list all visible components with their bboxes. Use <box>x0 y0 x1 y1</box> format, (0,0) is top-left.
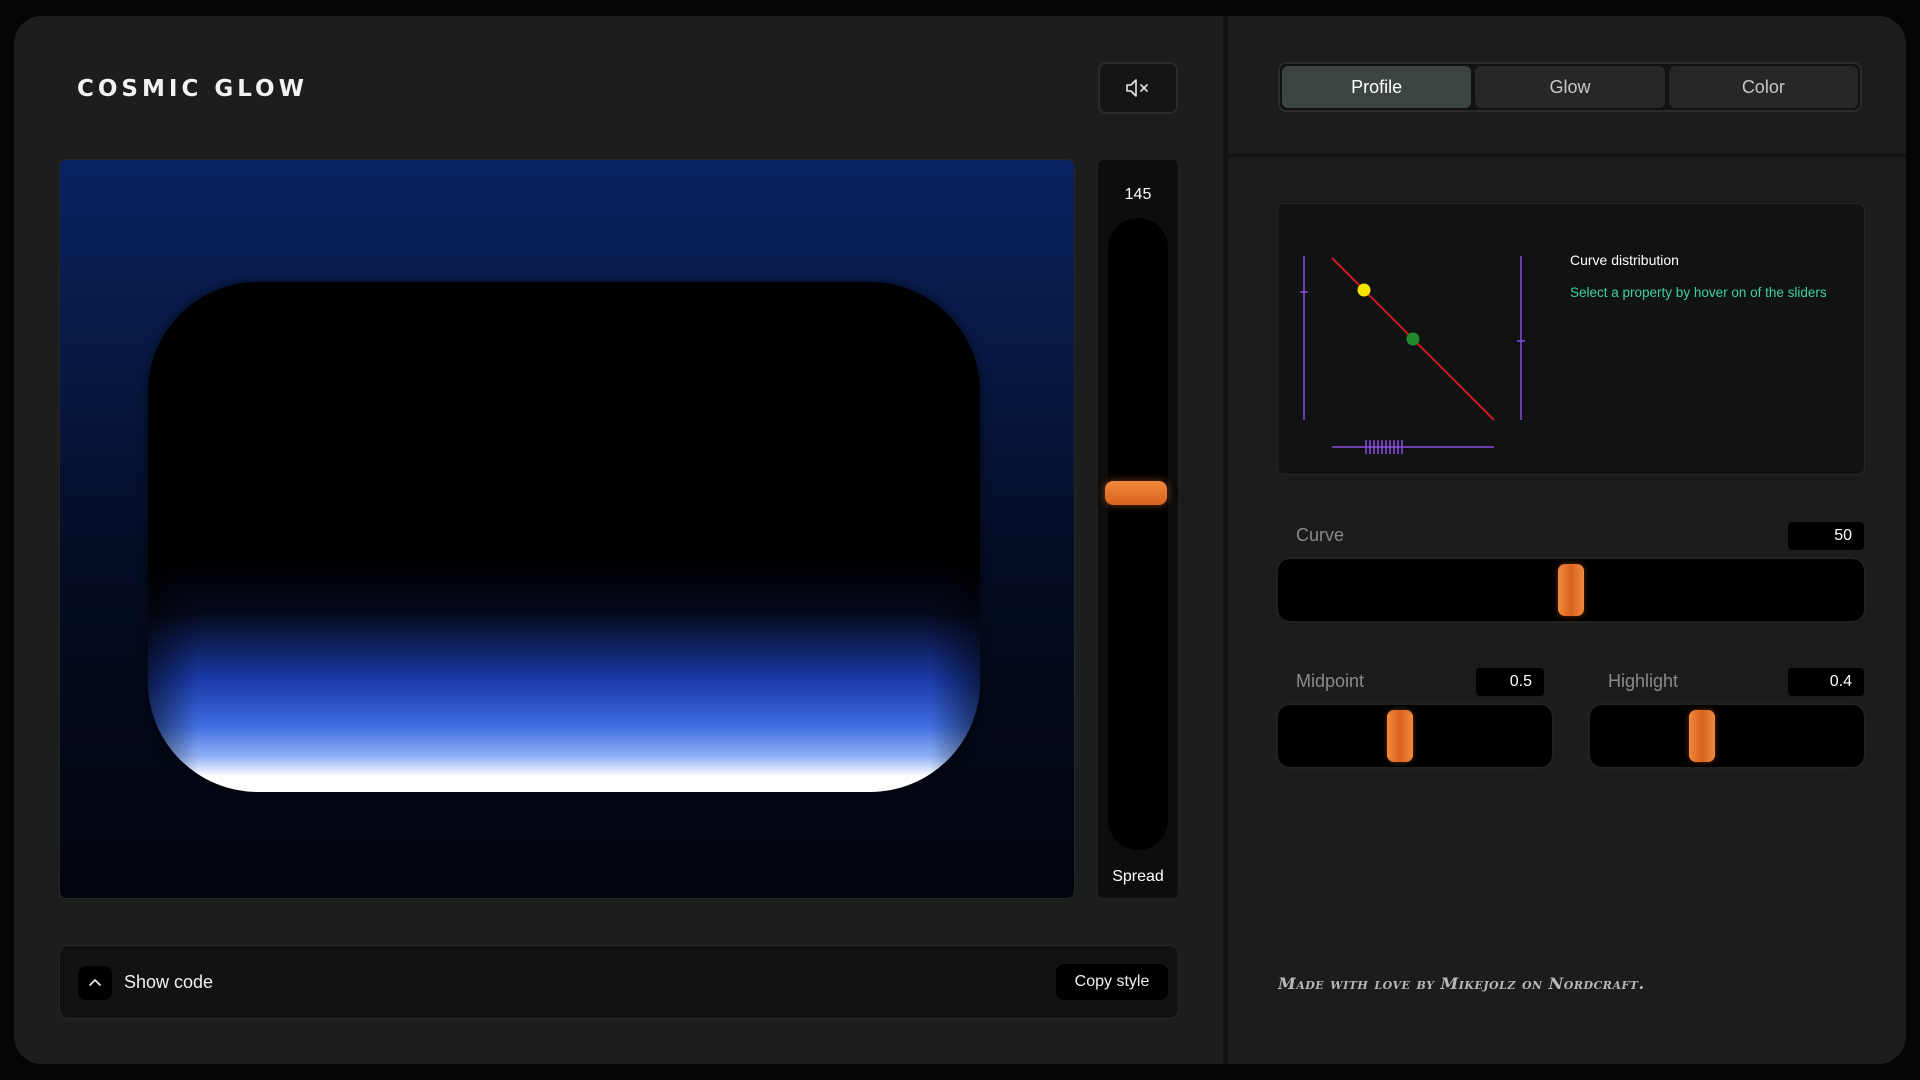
curve-distribution-graph <box>1300 256 1525 454</box>
glow-preview-box <box>148 282 980 792</box>
show-code-toggle[interactable] <box>78 966 112 1000</box>
spread-slider-track[interactable] <box>1108 218 1168 850</box>
tab-profile[interactable]: Profile <box>1282 66 1472 108</box>
show-code-label[interactable]: Show code <box>124 972 213 993</box>
midpoint-slider-thumb[interactable] <box>1387 710 1414 762</box>
tab-glow[interactable]: Glow <box>1475 66 1665 108</box>
highlight-label: Highlight <box>1608 671 1679 691</box>
highlight-slider-thumb[interactable] <box>1689 710 1716 762</box>
copy-style-button[interactable]: Copy style <box>1056 964 1168 1000</box>
curve-point-highlight <box>1357 283 1371 297</box>
highlight-slider[interactable] <box>1590 705 1864 767</box>
chevron-up-icon <box>89 979 101 986</box>
tab-bar: Profile Glow Color <box>1278 62 1862 112</box>
app-window: COSMIC GLOW 145 Spread Show code Copy st… <box>14 16 1906 1064</box>
curve-slider-thumb[interactable] <box>1558 564 1584 616</box>
tab-color[interactable]: Color <box>1668 66 1858 108</box>
highlight-value-input[interactable]: 0.4 <box>1788 668 1864 696</box>
spread-slider-thumb[interactable] <box>1105 480 1167 505</box>
tab-separator <box>1228 154 1906 157</box>
curve-label: Curve <box>1296 525 1345 545</box>
mute-button[interactable] <box>1098 62 1178 114</box>
curve-point-midpoint <box>1406 332 1420 346</box>
spread-label: Spread <box>1112 868 1164 885</box>
curve-value-input[interactable]: 50 <box>1788 522 1864 550</box>
midpoint-label: Midpoint <box>1296 671 1365 691</box>
speaker-muted-icon <box>1126 79 1148 97</box>
midpoint-value-input[interactable]: 0.5 <box>1476 668 1544 696</box>
curve-distribution-hint: Select a property by hover on of the sli… <box>1570 285 1827 300</box>
app-title: COSMIC GLOW <box>77 76 308 102</box>
footer-credit: Made with love by Mikejolz on Nordcraft. <box>1278 974 1645 993</box>
curve-distribution-title: Curve distribution <box>1570 252 1679 268</box>
glow-preview <box>60 160 1074 898</box>
curve-distribution-card: Curve distribution Select a property by … <box>1278 204 1864 474</box>
curve-slider[interactable] <box>1278 559 1864 621</box>
left-panel: COSMIC GLOW 145 Spread Show code Copy st… <box>14 16 1223 1064</box>
spread-value: 145 <box>1124 186 1152 203</box>
spread-slider[interactable]: 145 Spread <box>1098 160 1178 898</box>
right-panel: Profile Glow Color Curve distribution Se… <box>1228 16 1906 1064</box>
midpoint-slider[interactable] <box>1278 705 1552 767</box>
code-bar: Show code Copy style <box>60 946 1178 1018</box>
